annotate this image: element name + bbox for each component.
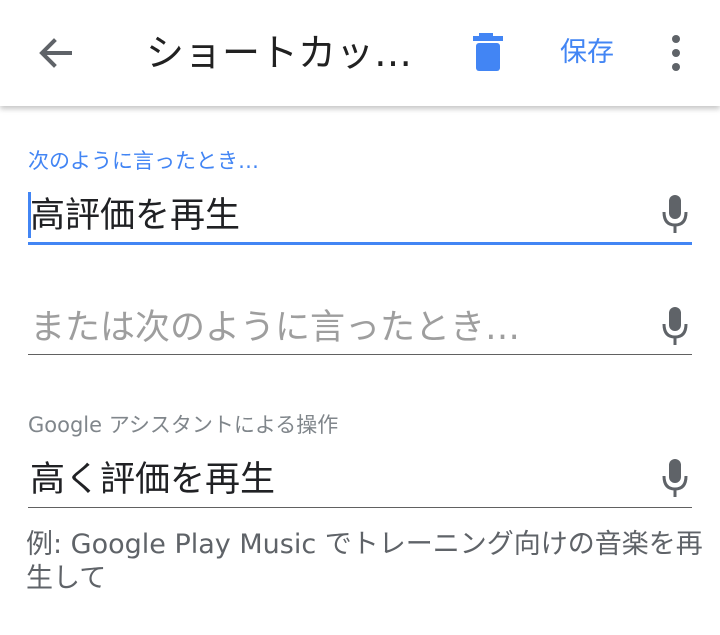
action-field-label: Google アシスタントによる操作 (28, 413, 339, 437)
action-input[interactable]: 高く評価を再生 (28, 452, 692, 510)
phrase-field-label: 次のように言ったとき… (28, 149, 259, 173)
save-button[interactable]: 保存 (560, 36, 614, 70)
more-vertical-icon (672, 35, 680, 71)
arrow-back-icon (39, 38, 72, 68)
phrase-input[interactable]: 高評価を再生 (28, 186, 692, 246)
microphone-icon (662, 307, 688, 345)
action-input-underline (28, 507, 692, 508)
alt-phrase-mic-button[interactable] (660, 306, 690, 348)
action-mic-button[interactable] (660, 458, 690, 500)
alt-phrase-placeholder: または次のように言ったとき… (30, 308, 521, 348)
action-input-value: 高く評価を再生 (30, 460, 276, 500)
trash-icon (473, 33, 503, 71)
example-hint: 例: Google Play Music でトレーニング向けの音楽を再生して (26, 529, 703, 594)
back-button[interactable] (34, 33, 78, 73)
alt-phrase-underline (28, 354, 692, 355)
phrase-input-value: 高評価を再生 (30, 196, 241, 236)
phrase-input-underline (28, 242, 692, 245)
more-options-button[interactable] (664, 32, 688, 74)
phrase-mic-button[interactable] (660, 194, 690, 236)
delete-button[interactable] (470, 31, 506, 73)
alt-phrase-input[interactable]: または次のように言ったとき… (28, 300, 692, 356)
page-title: ショートカッ… (146, 31, 413, 75)
microphone-icon (662, 195, 688, 233)
app-bar: ショートカッ… 保存 (0, 0, 720, 106)
microphone-icon (662, 459, 688, 497)
